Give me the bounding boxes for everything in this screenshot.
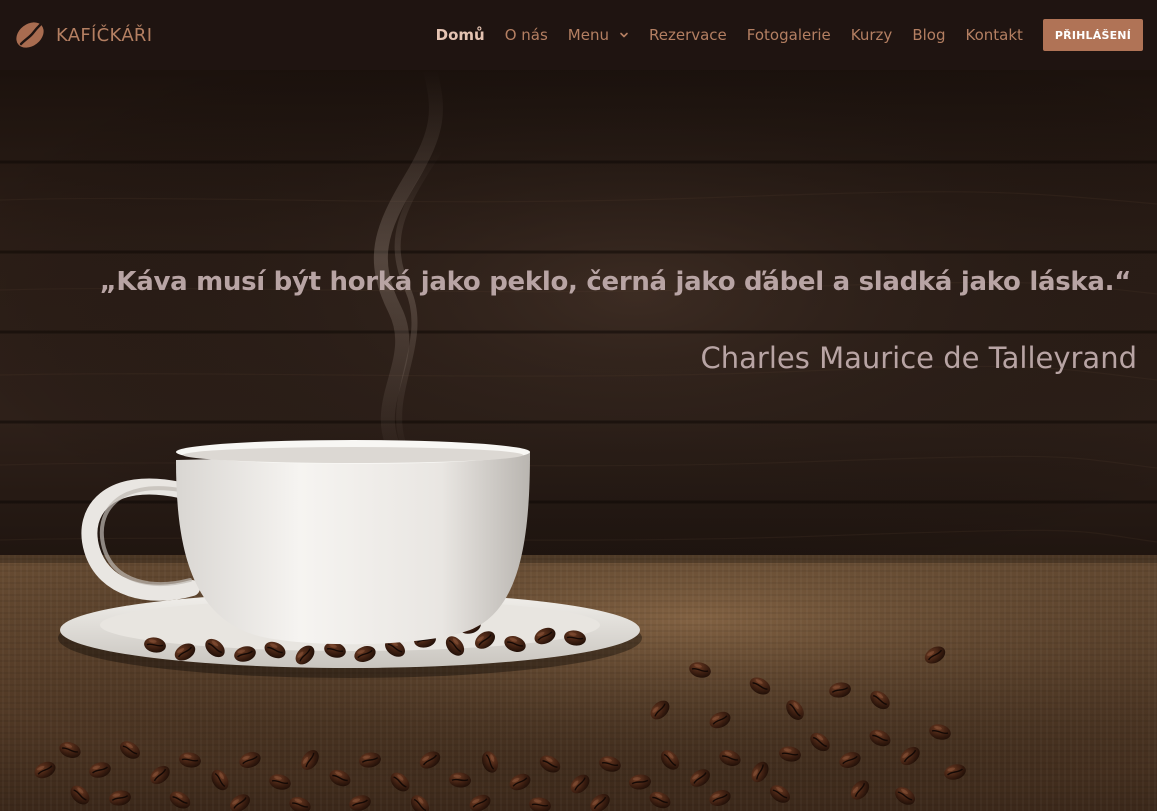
nav-item-domu[interactable]: Domů: [426, 26, 495, 44]
page: KAFÍČKÁŘI Domů O nás Menu Rezervace Foto…: [0, 0, 1157, 811]
navbar: KAFÍČKÁŘI Domů O nás Menu Rezervace Foto…: [0, 0, 1157, 70]
nav-item-kontakt[interactable]: Kontakt: [955, 26, 1032, 44]
nav-item-label: O nás: [504, 26, 548, 44]
brand-name: KAFÍČKÁŘI: [56, 24, 153, 46]
nav-item-label: Domů: [435, 26, 485, 44]
brand-link[interactable]: KAFÍČKÁŘI: [14, 19, 152, 51]
nav-item-menu[interactable]: Menu: [558, 26, 639, 44]
nav-item-blog[interactable]: Blog: [902, 26, 955, 44]
main-nav: Domů O nás Menu Rezervace Fotogalerie Ku…: [426, 19, 1143, 51]
login-button[interactable]: PŘIHLÁŠENÍ: [1042, 19, 1143, 51]
nav-item-fotogalerie[interactable]: Fotogalerie: [737, 26, 841, 44]
nav-item-label: Kontakt: [965, 26, 1023, 44]
quote-author: Charles Maurice de Talleyrand: [700, 341, 1137, 375]
nav-item-label: Kurzy: [850, 26, 893, 44]
nav-item-rezervace[interactable]: Rezervace: [639, 26, 737, 44]
nav-item-label: Fotogalerie: [746, 26, 831, 44]
nav-item-label: Menu: [567, 26, 609, 44]
chevron-down-icon: [620, 32, 628, 38]
nav-item-label: Blog: [912, 26, 946, 44]
hero-quote: „Káva musí být horká jako peklo, černá j…: [99, 267, 1132, 297]
hero: „Káva musí být horká jako peklo, černá j…: [0, 70, 1157, 811]
nav-item-kurzy[interactable]: Kurzy: [841, 26, 903, 44]
nav-item-label: Rezervace: [648, 26, 727, 44]
nav-item-o-nas[interactable]: O nás: [495, 26, 558, 44]
hero-coffee-cup-image: [0, 70, 1157, 811]
coffee-bean-icon: [16, 22, 44, 48]
